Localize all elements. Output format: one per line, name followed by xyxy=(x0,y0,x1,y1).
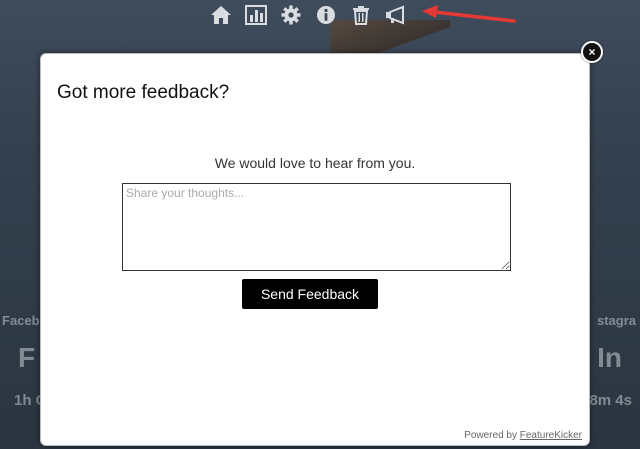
info-icon[interactable] xyxy=(315,4,337,26)
background-right-heading: In xyxy=(597,342,622,373)
background-left-heading: F xyxy=(18,342,36,373)
megaphone-icon[interactable] xyxy=(385,4,407,26)
featurekicker-link[interactable]: FeatureKicker xyxy=(520,430,582,441)
top-toolbar xyxy=(210,3,420,27)
trash-icon[interactable] xyxy=(350,4,372,26)
background-left-label: Faceb xyxy=(2,313,40,328)
feedback-textarea[interactable] xyxy=(122,183,511,271)
gear-icon[interactable] xyxy=(280,4,302,26)
home-icon[interactable] xyxy=(210,4,232,26)
close-button[interactable]: × xyxy=(581,41,603,63)
powered-by: Powered by FeatureKicker xyxy=(464,430,582,441)
background-right-stat: 8m 4s xyxy=(589,392,632,409)
modal-title: Got more feedback? xyxy=(57,82,230,103)
send-feedback-button[interactable]: Send Feedback xyxy=(242,279,378,309)
bar-chart-icon[interactable] xyxy=(245,4,267,26)
powered-by-prefix: Powered by xyxy=(464,430,520,441)
feedback-modal: Got more feedback? We would love to hear… xyxy=(40,53,590,446)
modal-subtitle: We would love to hear from you. xyxy=(214,155,416,171)
close-icon: × xyxy=(588,45,596,59)
background-right-label: stagra xyxy=(596,313,636,328)
annotation-arrow xyxy=(422,5,516,23)
